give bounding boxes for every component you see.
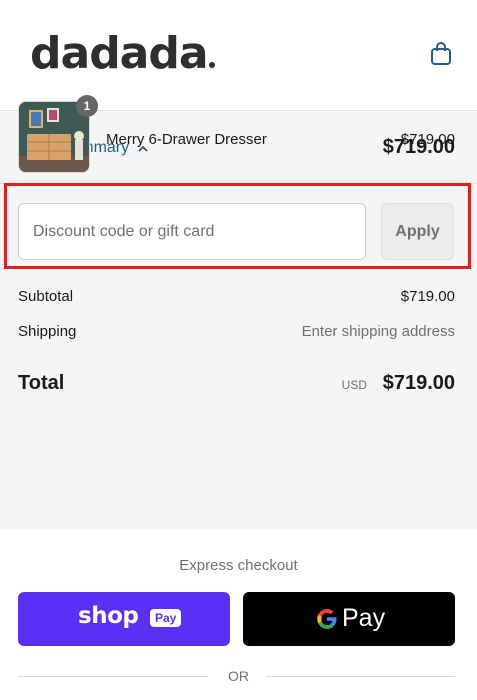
express-checkout-label: Express checkout [179, 557, 298, 574]
apply-discount-button[interactable]: Apply [381, 203, 454, 260]
order-summary: Order summary $719.00 [0, 111, 477, 529]
quantity-badge: 1 [76, 95, 98, 117]
divider-line-right [266, 676, 455, 677]
total-label: Total [18, 372, 65, 394]
currency-code: USD [341, 378, 367, 392]
shop-pay-button[interactable]: shop Pay [18, 592, 230, 646]
logo-text: dadada [30, 28, 209, 79]
shop-pay-badge: Pay [150, 609, 182, 627]
product-name: Merry 6-Drawer Dresser [106, 131, 267, 148]
shopping-bag-icon[interactable] [430, 42, 452, 66]
subtotal-value: $719.00 [400, 288, 455, 305]
shipping-value: Enter shipping address [301, 323, 455, 340]
logo-dot [208, 62, 215, 68]
discount-code-input[interactable] [18, 203, 366, 260]
google-g-icon [316, 608, 338, 630]
header: dadada [0, 0, 477, 111]
total-value: $719.00 [382, 372, 455, 394]
shipping-label: Shipping [18, 323, 77, 340]
store-logo[interactable]: dadada [30, 28, 215, 79]
google-pay-button[interactable]: Pay [243, 592, 455, 646]
subtotal-label: Subtotal [18, 288, 74, 305]
google-pay-text: Pay [342, 604, 386, 632]
product-price: $719.00 [400, 131, 455, 148]
shop-pay-logo-text: shop [78, 603, 139, 629]
